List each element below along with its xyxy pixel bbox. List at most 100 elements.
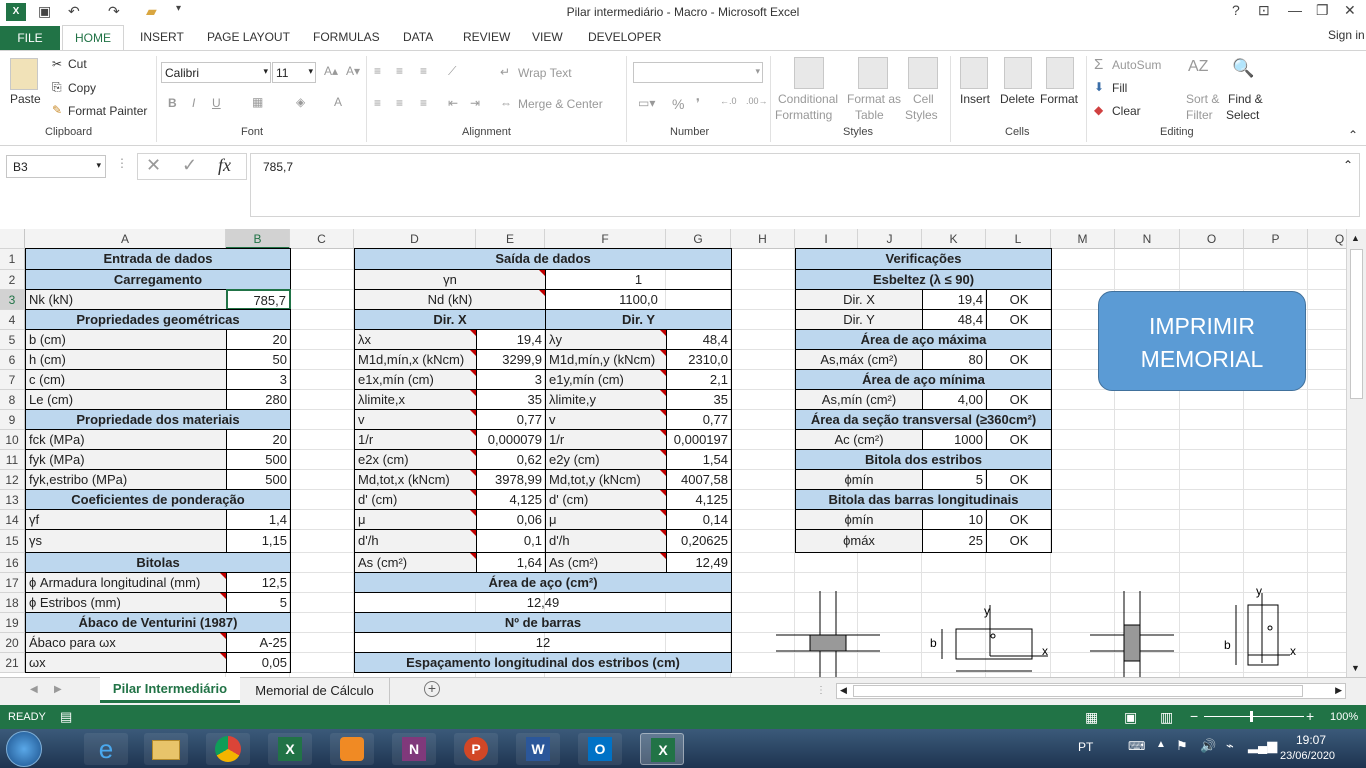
- comma-style-icon[interactable]: ❜: [696, 96, 700, 110]
- value-numero-barras[interactable]: 12: [354, 632, 732, 653]
- value-phimax-long[interactable]: 25: [922, 529, 987, 553]
- row-header-21[interactable]: 21: [0, 653, 25, 673]
- wrap-text-button[interactable]: Wrap Text: [518, 66, 572, 80]
- row-header-17[interactable]: 17: [0, 573, 25, 593]
- label-nd[interactable]: Nd (kN): [354, 289, 546, 310]
- font-color-icon[interactable]: A: [334, 95, 342, 109]
- column-header-q[interactable]: Q: [1308, 229, 1346, 249]
- value-d2[interactable]: 4,125: [666, 489, 732, 510]
- clock-time[interactable]: 19:07: [1296, 733, 1326, 747]
- label-fck[interactable]: fck (MPa): [25, 429, 227, 450]
- value-mdy[interactable]: 4007,58: [666, 469, 732, 490]
- autosum-icon[interactable]: Σ: [1094, 56, 1103, 73]
- label-phie[interactable]: ϕ Estribos (mm): [25, 592, 227, 613]
- percent-button[interactable]: %: [672, 96, 684, 112]
- header-area-secao[interactable]: Área da seção transversal (≥360cm²): [795, 409, 1052, 430]
- status-asmax[interactable]: OK: [986, 349, 1052, 370]
- value-phimin-long[interactable]: 10: [922, 509, 987, 530]
- header-bitola-estribos[interactable]: Bitola dos estribos: [795, 449, 1052, 470]
- label-m1y[interactable]: M1d,mín,y (kNcm): [545, 349, 667, 370]
- number-format-select[interactable]: ▾: [633, 62, 763, 83]
- media-player-icon[interactable]: [330, 733, 374, 765]
- network-icon[interactable]: ▂▄▆: [1248, 738, 1277, 754]
- format-painter-icon[interactable]: ✎: [52, 103, 62, 117]
- value-ly[interactable]: 48,4: [666, 329, 732, 350]
- label-e2y[interactable]: e2y (cm): [545, 449, 667, 470]
- label-v[interactable]: v: [354, 409, 477, 430]
- value-e1x[interactable]: 3: [476, 369, 546, 390]
- value-e2y[interactable]: 1,54: [666, 449, 732, 470]
- header-dir-x[interactable]: Dir. X: [354, 309, 546, 330]
- zoom-slider[interactable]: [1204, 716, 1304, 717]
- tab-home[interactable]: HOME: [62, 25, 124, 51]
- label-dx[interactable]: Dir. X: [795, 289, 923, 310]
- minimize-icon[interactable]: —: [1288, 2, 1302, 18]
- clear-icon[interactable]: ◆: [1094, 103, 1103, 117]
- value-fck[interactable]: 20: [226, 429, 291, 450]
- cell-styles-button[interactable]: Cell: [913, 92, 934, 106]
- scroll-down-icon[interactable]: ▼: [1351, 663, 1360, 673]
- format-cells-icon[interactable]: [1046, 57, 1074, 89]
- tab-developer[interactable]: DEVELOPER: [588, 30, 661, 44]
- copy-button[interactable]: Copy: [68, 81, 96, 95]
- tab-view[interactable]: VIEW: [532, 30, 563, 44]
- conditional-formatting-button[interactable]: Conditional: [778, 92, 838, 106]
- insert-cells-icon[interactable]: [960, 57, 988, 89]
- decrease-decimal-icon[interactable]: .00→: [746, 96, 768, 106]
- sort-filter-button[interactable]: Sort &: [1186, 92, 1219, 106]
- autosum-button[interactable]: AutoSum: [1112, 58, 1161, 72]
- horizontal-scrollbar[interactable]: ◀ ▶: [836, 683, 1346, 699]
- insert-function-button[interactable]: fx: [218, 155, 231, 176]
- value-phimin-estribo[interactable]: 5: [922, 469, 987, 490]
- tab-insert[interactable]: INSERT: [140, 30, 184, 44]
- find-select-button[interactable]: Find &: [1228, 92, 1263, 106]
- status-phimin-estribo[interactable]: OK: [986, 469, 1052, 490]
- row-header-13[interactable]: 13: [0, 490, 25, 510]
- delete-cells-icon[interactable]: [1004, 57, 1032, 89]
- status-dy[interactable]: OK: [986, 309, 1052, 330]
- column-header-d[interactable]: D: [354, 229, 476, 249]
- sheet-prev-icon[interactable]: ◀: [30, 684, 38, 695]
- header-area-aco[interactable]: Área de aço (cm²): [354, 572, 732, 593]
- value-nd[interactable]: 1100,0: [545, 289, 732, 310]
- label-gs[interactable]: γs: [25, 529, 227, 553]
- label-lly[interactable]: λlimite,y: [545, 389, 667, 410]
- cancel-icon[interactable]: ✕: [146, 155, 161, 176]
- borders-icon[interactable]: ▦: [252, 95, 263, 109]
- scroll-left-icon[interactable]: ◀: [840, 685, 847, 696]
- row-header-7[interactable]: 7: [0, 370, 25, 390]
- label-d1[interactable]: d' (cm): [354, 489, 477, 510]
- value-c[interactable]: 3: [226, 369, 291, 390]
- label-nk[interactable]: Nk (kN): [25, 289, 227, 310]
- row-header-8[interactable]: 8: [0, 390, 25, 410]
- sign-in-link[interactable]: Sign in: [1328, 28, 1365, 42]
- tab-formulas[interactable]: FORMULAS: [313, 30, 380, 44]
- value-m1y[interactable]: 2310,0: [666, 349, 732, 370]
- enter-icon[interactable]: ✓: [182, 155, 197, 176]
- value-r2[interactable]: 0,000197: [666, 429, 732, 450]
- column-header-e[interactable]: E: [476, 229, 545, 249]
- value-lly[interactable]: 35: [666, 389, 732, 410]
- label-ly[interactable]: λy: [545, 329, 667, 350]
- align-right-icon[interactable]: ≡: [420, 96, 427, 110]
- row-header-16[interactable]: 16: [0, 553, 25, 573]
- label-wx[interactable]: ωx: [25, 652, 227, 673]
- row-header-9[interactable]: 9: [0, 410, 25, 430]
- indent-icon[interactable]: ⇤: [448, 96, 458, 110]
- zoom-level[interactable]: 100%: [1330, 711, 1358, 723]
- scroll-up-icon[interactable]: ▲: [1351, 233, 1360, 243]
- value-wx[interactable]: 0,05: [226, 652, 291, 673]
- value-v[interactable]: 0,77: [476, 409, 546, 430]
- value-e1y[interactable]: 2,1: [666, 369, 732, 390]
- row-header-1[interactable]: 1: [0, 249, 25, 270]
- label-as1[interactable]: As (cm²): [354, 552, 477, 573]
- fill-color-icon[interactable]: ◈: [296, 95, 305, 109]
- label-gn[interactable]: γn: [354, 269, 546, 290]
- macro-record-icon[interactable]: ▤: [60, 709, 72, 725]
- row-header-6[interactable]: 6: [0, 350, 25, 370]
- insert-button[interactable]: Insert: [960, 92, 990, 106]
- name-box[interactable]: B3 ▾: [6, 155, 106, 178]
- label-llx[interactable]: λlimite,x: [354, 389, 477, 410]
- sort-filter-icon[interactable]: AZ: [1188, 58, 1208, 76]
- start-button-icon[interactable]: [6, 731, 42, 767]
